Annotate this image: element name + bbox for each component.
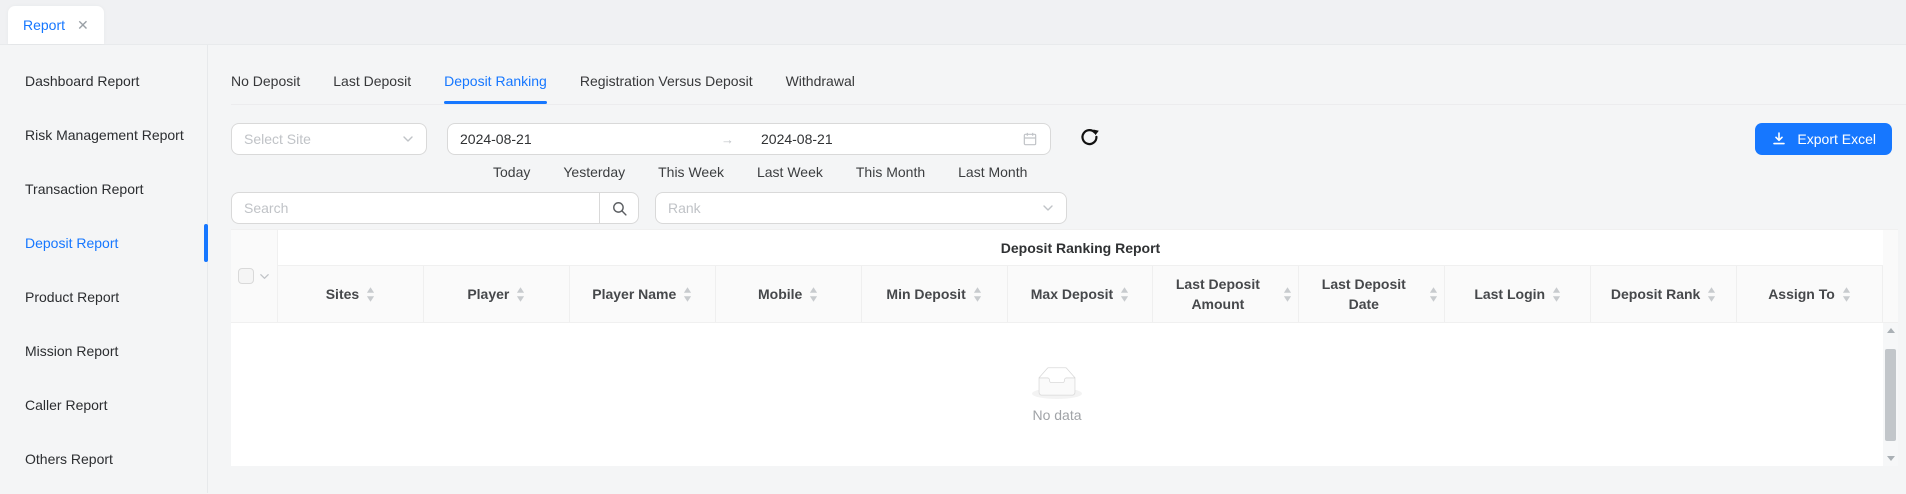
main-content: No Deposit Last Deposit Deposit Ranking …: [208, 45, 1906, 493]
sorter-icon[interactable]: [516, 286, 525, 302]
column-header-assign-to[interactable]: Assign To: [1737, 266, 1883, 322]
scroll-down-icon[interactable]: [1886, 456, 1895, 461]
tab-deposit-ranking[interactable]: Deposit Ranking: [444, 73, 547, 104]
empty-state: No data: [231, 323, 1883, 466]
column-header-row: Sites Player Player Name Mobile Min Depo…: [278, 266, 1883, 322]
export-excel-button[interactable]: Export Excel: [1755, 123, 1892, 155]
date-range-picker[interactable]: 2024-08-21 → 2024-08-21: [447, 123, 1051, 155]
column-header-last-deposit-date[interactable]: Last Deposit Date: [1299, 266, 1446, 322]
sidebar-item-others-report[interactable]: Others Report: [0, 432, 207, 486]
no-data-text: No data: [1032, 406, 1082, 423]
date-end-value[interactable]: 2024-08-21: [734, 131, 1022, 147]
empty-box-icon: [1032, 366, 1082, 399]
refresh-icon: [1081, 129, 1099, 146]
sidebar-item-dashboard-report[interactable]: Dashboard Report: [0, 54, 207, 108]
sorter-icon[interactable]: [1283, 286, 1292, 302]
window-tab-title: Report: [23, 17, 66, 33]
sorter-icon[interactable]: [1120, 286, 1129, 302]
sidebar-item-risk-management-report[interactable]: Risk Management Report: [0, 108, 207, 162]
quick-link-this-week[interactable]: This Week: [658, 164, 724, 180]
search-input[interactable]: [231, 192, 599, 224]
column-header-deposit-rank[interactable]: Deposit Rank: [1591, 266, 1738, 322]
report-tabs: No Deposit Last Deposit Deposit Ranking …: [231, 45, 1906, 105]
rank-select[interactable]: Rank: [655, 192, 1067, 224]
filter-row: Select Site 2024-08-21 → 2024-08-21 Expo…: [231, 123, 1906, 155]
table-header-right: Deposit Ranking Report Sites Player Play…: [278, 230, 1883, 322]
search-icon: [612, 201, 627, 216]
column-header-max-deposit[interactable]: Max Deposit: [1008, 266, 1154, 322]
site-select[interactable]: Select Site: [231, 123, 427, 155]
calendar-icon: [1023, 132, 1037, 146]
search-group: [231, 192, 639, 224]
search-row: Rank: [231, 192, 1906, 224]
sidebar-item-product-report[interactable]: Product Report: [0, 270, 207, 324]
sorter-icon[interactable]: [973, 286, 982, 302]
column-header-last-deposit-amount[interactable]: Last Deposit Amount: [1153, 266, 1300, 322]
export-excel-label: Export Excel: [1797, 131, 1876, 147]
chevron-down-icon: [1043, 205, 1053, 211]
sidebar-item-mission-report[interactable]: Mission Report: [0, 324, 207, 378]
download-icon: [1773, 132, 1786, 145]
table-title: Deposit Ranking Report: [278, 230, 1883, 266]
date-start-value[interactable]: 2024-08-21: [460, 131, 721, 147]
quick-link-today[interactable]: Today: [493, 164, 530, 180]
select-all-checkbox[interactable]: [238, 268, 254, 284]
selection-cell: [231, 230, 278, 322]
sidebar: Dashboard Report Risk Management Report …: [0, 45, 208, 493]
tab-withdrawal[interactable]: Withdrawal: [786, 73, 855, 104]
sorter-icon[interactable]: [683, 286, 692, 302]
sorter-icon[interactable]: [1429, 286, 1438, 302]
refresh-button[interactable]: [1079, 128, 1101, 150]
close-icon[interactable]: ✕: [77, 18, 89, 32]
sidebar-item-transaction-report[interactable]: Transaction Report: [0, 162, 207, 216]
sorter-icon[interactable]: [366, 286, 375, 302]
quick-link-this-month[interactable]: This Month: [856, 164, 925, 180]
rank-select-placeholder: Rank: [668, 200, 701, 216]
quick-link-yesterday[interactable]: Yesterday: [563, 164, 625, 180]
window-tab-report[interactable]: Report ✕: [8, 6, 104, 44]
column-header-sites[interactable]: Sites: [278, 266, 424, 322]
table-header: Deposit Ranking Report Sites Player Play…: [231, 229, 1898, 323]
column-header-mobile[interactable]: Mobile: [716, 266, 862, 322]
deposit-ranking-table: Deposit Ranking Report Sites Player Play…: [231, 229, 1898, 466]
scrollbar-gutter-header: [1883, 230, 1898, 322]
column-header-last-login[interactable]: Last Login: [1445, 266, 1592, 322]
column-header-player-name[interactable]: Player Name: [570, 266, 716, 322]
scrollbar-thumb[interactable]: [1885, 349, 1896, 441]
quick-link-last-month[interactable]: Last Month: [958, 164, 1027, 180]
chevron-down-icon: [403, 136, 413, 142]
tab-registration-versus-deposit[interactable]: Registration Versus Deposit: [580, 73, 753, 104]
column-header-min-deposit[interactable]: Min Deposit: [862, 266, 1008, 322]
range-arrow-icon: →: [721, 131, 734, 147]
sidebar-item-deposit-report[interactable]: Deposit Report: [0, 216, 208, 270]
table-scrollbar[interactable]: [1883, 323, 1898, 466]
tab-no-deposit[interactable]: No Deposit: [231, 73, 300, 104]
search-button[interactable]: [599, 192, 639, 224]
sorter-icon[interactable]: [1707, 286, 1716, 302]
quick-link-last-week[interactable]: Last Week: [757, 164, 823, 180]
site-select-placeholder: Select Site: [244, 131, 311, 147]
quick-date-links: Today Yesterday This Week Last Week This…: [231, 164, 1906, 180]
table-body: No data: [231, 323, 1898, 466]
tab-last-deposit[interactable]: Last Deposit: [333, 73, 411, 104]
column-header-player[interactable]: Player: [424, 266, 570, 322]
sorter-icon[interactable]: [1842, 286, 1851, 302]
sorter-icon[interactable]: [1552, 286, 1561, 302]
sorter-icon[interactable]: [809, 286, 818, 302]
sidebar-item-caller-report[interactable]: Caller Report: [0, 378, 207, 432]
selection-dropdown-icon[interactable]: [259, 271, 270, 282]
scroll-up-icon[interactable]: [1886, 328, 1895, 333]
window-tab-bar: Report ✕: [0, 0, 1906, 45]
